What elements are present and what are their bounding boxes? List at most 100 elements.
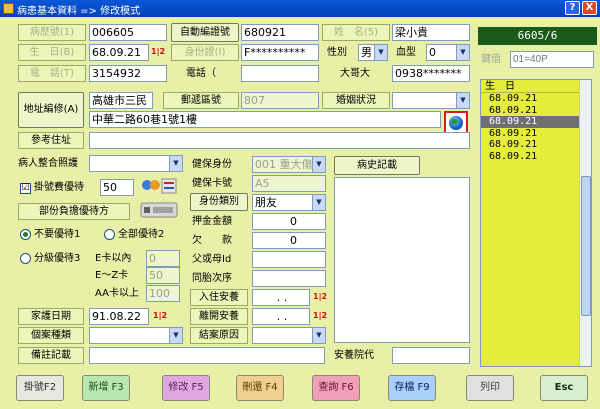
list-item[interactable]: 68.09.21 — [481, 151, 591, 163]
health-card-input[interactable]: A5 — [252, 175, 326, 192]
edit-button[interactable]: 修改 F5 — [162, 375, 210, 401]
address-input[interactable]: 中華二路60巷1號1樓 — [89, 111, 441, 128]
globe-land-icon — [451, 119, 458, 124]
title-bar: 病患基本資料 => 修改模式 ? X — [0, 0, 600, 17]
aa-card-label: AA卡以上 — [95, 288, 139, 299]
auto-number-input[interactable]: 680921 — [241, 24, 319, 41]
chevron-down-icon[interactable]: ▼ — [374, 45, 387, 60]
leave-input[interactable]: . . — [252, 308, 310, 325]
close-reason-select[interactable]: ▼ — [252, 327, 326, 344]
registration-fee-input[interactable]: 50 — [100, 179, 134, 196]
family-date-input[interactable]: 91.08.22 — [89, 308, 149, 325]
list-item[interactable]: 68.09.21 — [481, 128, 591, 140]
parent-id-label: 父或母Id — [192, 254, 232, 265]
identity-class-select[interactable]: 朋友 ▼ — [252, 194, 326, 211]
zipcode-input[interactable]: 807 — [241, 92, 319, 109]
health-id-select[interactable]: 001 重大傷 ▼ — [252, 156, 326, 173]
chevron-down-icon[interactable]: ▼ — [169, 156, 182, 171]
marriage-select[interactable]: ▼ — [392, 92, 470, 109]
close-button[interactable]: X — [582, 1, 597, 15]
marriage-label: 婚姻狀況 — [322, 92, 390, 109]
birthday-list[interactable]: 生 日 68.09.21 68.09.21 68.09.21 68.09.21 … — [480, 79, 592, 367]
identity-class-value: 朋友 — [255, 196, 277, 209]
full-discount-radio[interactable] — [104, 229, 115, 240]
calendar-mark-icon[interactable]: 1|2 — [151, 47, 165, 56]
block-icon[interactable] — [140, 200, 178, 220]
no-discount-radio[interactable] — [20, 229, 31, 240]
list-item[interactable]: 68.09.21 — [481, 93, 591, 105]
scrollbar-thumb[interactable] — [581, 176, 591, 316]
aa-card-input[interactable]: 100 — [146, 285, 180, 302]
e-card-within-input[interactable]: 0 — [146, 250, 180, 267]
registration-fee-label: 掛號費優待 — [34, 182, 84, 193]
deposit-label: 押金金額 — [192, 216, 232, 227]
full-discount-label: 全部優待2 — [118, 229, 165, 240]
reference-address-input[interactable] — [89, 132, 470, 149]
medical-record-input[interactable]: 006605 — [89, 24, 167, 41]
calendar-mark-icon[interactable]: 1|2 — [313, 311, 327, 320]
register-button[interactable]: 掛號F2 — [16, 375, 64, 401]
sex-select[interactable]: 男 ▼ — [358, 44, 388, 61]
admit-label: 入住安養 — [190, 289, 248, 306]
list-item[interactable]: 68.09.21 — [481, 105, 591, 117]
chevron-down-icon[interactable]: ▼ — [312, 195, 325, 210]
copay-label: 部份負擔優待方 — [18, 203, 130, 220]
delete-button[interactable]: 刪還 F4 — [236, 375, 284, 401]
note-input[interactable] — [89, 347, 325, 364]
care-select[interactable]: ▼ — [89, 155, 183, 172]
health-id-label: 健保身份 — [192, 159, 232, 170]
list-scrollbar[interactable] — [579, 80, 591, 366]
save-button[interactable]: 存檔 F9 — [388, 375, 436, 401]
no-discount-label: 不要優待1 — [34, 229, 81, 240]
owed-input[interactable]: 0 — [252, 232, 326, 249]
app-icon — [3, 3, 14, 14]
mobile-input[interactable]: 0938******* — [392, 65, 470, 82]
birth-order-input[interactable] — [252, 270, 326, 287]
query-button[interactable]: 查詢 F6 — [312, 375, 360, 401]
discount-people-icon[interactable] — [140, 177, 178, 197]
deposit-input[interactable]: 0 — [252, 213, 326, 230]
calendar-mark-icon[interactable]: 1|2 — [153, 311, 167, 320]
address-edit-button[interactable]: 地址編修(A) — [18, 92, 84, 128]
calendar-mark-icon[interactable]: 1|2 — [313, 292, 327, 301]
chevron-down-icon[interactable]: ▼ — [456, 93, 469, 108]
identity-class-button[interactable]: 身份類別 — [190, 193, 248, 211]
birthday-input[interactable]: 68.09.21 — [89, 44, 149, 61]
add-button[interactable]: 新增 F3 — [82, 375, 130, 401]
city-input[interactable]: 高雄市三民 — [89, 92, 153, 109]
print-button[interactable]: 列印 — [466, 375, 514, 401]
id-number-input[interactable]: F********** — [241, 44, 319, 61]
health-id-value: 001 重大傷 — [255, 158, 313, 171]
history-textarea[interactable] — [334, 177, 470, 343]
name-input[interactable]: 梁小貴 — [392, 24, 470, 41]
sex-value: 男 — [361, 46, 372, 59]
ez-card-input[interactable]: 50 — [146, 267, 180, 284]
record-counter: 6605/6 — [478, 27, 597, 45]
history-button[interactable]: 病史記載 — [334, 156, 420, 175]
nursing-home-label: 安養院代 — [334, 350, 374, 361]
key-value-input[interactable] — [510, 51, 594, 68]
list-item-selected[interactable]: 68.09.21 — [481, 116, 591, 128]
esc-button[interactable]: Esc — [540, 375, 588, 401]
blood-type-select[interactable]: 0 ▼ — [426, 44, 470, 61]
nursing-home-input[interactable] — [392, 347, 470, 364]
chevron-down-icon[interactable]: ▼ — [312, 157, 325, 172]
auto-number-button[interactable]: 自動編證號 — [171, 23, 239, 42]
registration-fee-checkbox[interactable]: ☑ — [20, 183, 31, 194]
grade-discount-radio[interactable] — [20, 253, 31, 264]
sex-label: 性別 — [327, 47, 347, 58]
list-item[interactable]: 68.09.21 — [481, 139, 591, 151]
chevron-down-icon[interactable]: ▼ — [312, 328, 325, 343]
case-type-select[interactable]: ▼ — [89, 327, 183, 344]
health-card-label: 健保卡號 — [192, 178, 232, 189]
list-header: 生 日 — [481, 80, 591, 93]
family-date-label: 家護日期 — [18, 308, 84, 325]
help-button[interactable]: ? — [565, 1, 580, 15]
chevron-down-icon[interactable]: ▼ — [456, 45, 469, 60]
parent-id-input[interactable] — [252, 251, 326, 268]
chevron-down-icon[interactable]: ▼ — [169, 328, 182, 343]
admit-input[interactable]: . . — [252, 289, 310, 306]
phone-input[interactable]: 3154932 — [89, 65, 167, 82]
phone2-input[interactable] — [241, 65, 319, 82]
leave-label: 離開安養 — [190, 308, 248, 325]
